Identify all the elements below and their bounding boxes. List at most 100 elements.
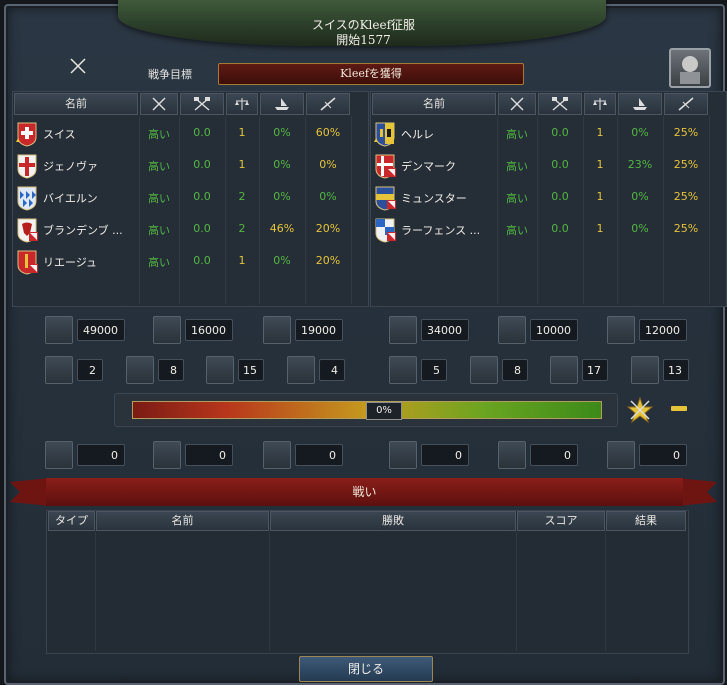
artillery-icon	[607, 316, 635, 344]
participant-row[interactable]: バイエルン 高い 0.0 2 0% 0%	[13, 182, 368, 214]
crossed-axes-icon	[552, 97, 568, 111]
war-goal[interactable]: Kleefを獲得	[218, 63, 524, 85]
participant-diplomacy: 2	[238, 190, 246, 203]
participant-share: 25%	[673, 222, 699, 235]
war-score-panel: 0%	[114, 393, 618, 427]
participant-row[interactable]: ジェノヴァ 高い 0.0 1 0% 0%	[13, 150, 368, 182]
ships-icon	[275, 98, 289, 110]
participant-diplomacy: 1	[596, 222, 604, 235]
col-header-ships[interactable]	[618, 93, 662, 115]
participant-share: 20%	[315, 254, 341, 267]
participant-row[interactable]: ラーフェンス ... 高い 0.0 1 0% 25%	[371, 214, 726, 246]
infantry-icon	[389, 316, 417, 344]
liege-flag-icon	[17, 250, 38, 275]
participant-casualties: 0.0	[193, 126, 211, 139]
close-button[interactable]: 閉じる	[299, 656, 433, 682]
participant-row[interactable]: ブランデンブ ... 高い 0.0 2 46% 20%	[13, 214, 368, 246]
col-header-casualties[interactable]	[538, 93, 582, 115]
battle-col-result[interactable]: 勝敗	[270, 511, 516, 531]
attacker-attrition-losses: 0	[185, 444, 233, 466]
attacker-galleys: 15	[238, 359, 264, 381]
attackers-panel: 名前 スイス 高い 0.0 1 0% 60% ジェノヴァ 高い 0.0 1 0%…	[12, 91, 369, 307]
defenders-panel: 名前 ヘルレ 高い 0.0 1 0% 25% デンマーク 高い 0.0 1 23…	[370, 91, 727, 307]
participant-share: 20%	[315, 222, 341, 235]
col-header-participation[interactable]	[664, 93, 708, 115]
defender-heavy-ships: 5	[421, 359, 447, 381]
participant-ships: 23%	[627, 158, 653, 171]
participant-casualties: 0.0	[551, 222, 569, 235]
participant-casualties: 0.0	[193, 158, 211, 171]
ruler-portrait-button[interactable]	[669, 48, 711, 88]
battle-col-name[interactable]: 名前	[96, 511, 269, 531]
participant-name: スイス	[43, 128, 76, 141]
participant-row[interactable]: スイス 高い 0.0 1 0% 60%	[13, 118, 368, 150]
participant-name: ヘルレ	[401, 128, 434, 141]
participant-ships: 46%	[269, 222, 295, 235]
col-header-battles[interactable]	[498, 93, 536, 115]
participant-row[interactable]: リエージュ 高い 0.0 1 0% 20%	[13, 246, 368, 278]
participant-row[interactable]: ヘルレ 高い 0.0 1 0% 25%	[371, 118, 726, 150]
attacker-cavalry: 16000	[185, 319, 233, 341]
col-header-battles[interactable]	[140, 93, 178, 115]
participant-battles: 高い	[148, 192, 170, 205]
attacker-heavy-ships: 2	[77, 359, 103, 381]
participant-share: 25%	[673, 190, 699, 203]
participant-ships: 0%	[631, 190, 649, 203]
transport-icon	[631, 356, 659, 384]
transport-icon	[287, 356, 315, 384]
col-header-participation[interactable]	[306, 93, 350, 115]
defender-galleys: 17	[582, 359, 608, 381]
participant-share: 0%	[319, 190, 337, 203]
col-header-diplomacy[interactable]	[226, 93, 258, 115]
participant-ships: 0%	[273, 158, 291, 171]
participant-battles: 高い	[506, 160, 528, 173]
artillery-icon	[263, 316, 291, 344]
crossed-swords-icon	[152, 97, 166, 111]
ruler-portrait-icon	[680, 56, 700, 84]
col-header-diplomacy[interactable]	[584, 93, 616, 115]
participant-name: ジェノヴァ	[43, 160, 98, 173]
scales-icon	[593, 98, 607, 110]
participant-share: 25%	[673, 126, 699, 139]
col-header-ships[interactable]	[260, 93, 304, 115]
peace-offer-icon[interactable]	[626, 396, 654, 424]
participant-share: 0%	[319, 158, 337, 171]
col-header-name[interactable]: 名前	[372, 93, 496, 115]
participant-row[interactable]: ミュンスター 高い 0.0 1 0% 25%	[371, 182, 726, 214]
defender-infantry: 34000	[421, 319, 469, 341]
participant-casualties: 0.0	[193, 254, 211, 267]
participant-casualties: 0.0	[551, 190, 569, 203]
light-ship-icon	[470, 356, 498, 384]
participant-diplomacy: 1	[596, 158, 604, 171]
land-losses-icon	[389, 441, 417, 469]
participant-row[interactable]: デンマーク 高い 0.0 1 23% 25%	[371, 150, 726, 182]
ravensberg-flag-icon	[375, 218, 396, 243]
participant-diplomacy: 2	[238, 222, 246, 235]
column-divider	[269, 531, 270, 651]
participant-name: デンマーク	[401, 160, 456, 173]
battle-col-type[interactable]: タイプ	[48, 511, 95, 531]
participant-share: 60%	[315, 126, 341, 139]
participant-name: ブランデンブ ...	[43, 224, 123, 237]
participant-diplomacy: 1	[238, 254, 246, 267]
defender-transports: 13	[663, 359, 689, 381]
war-start-date: 開始1577	[336, 33, 391, 47]
defender-land-losses: 0	[421, 444, 469, 466]
participant-battles: 高い	[506, 224, 528, 237]
defender-attrition-losses: 0	[530, 444, 578, 466]
attacker-light-ships: 8	[158, 359, 184, 381]
battles-table: タイプ 名前 勝敗 スコア 結果	[46, 510, 689, 654]
column-divider	[95, 531, 96, 651]
battle-col-score[interactable]: スコア	[517, 511, 605, 531]
column-divider	[605, 531, 606, 651]
col-header-name[interactable]: 名前	[14, 93, 138, 115]
col-header-casualties[interactable]	[180, 93, 224, 115]
participant-battles: 高い	[506, 192, 528, 205]
scales-icon	[235, 98, 249, 110]
battle-col-outcome[interactable]: 結果	[606, 511, 686, 531]
participant-casualties: 0.0	[551, 158, 569, 171]
participant-ships: 0%	[273, 254, 291, 267]
cavalry-icon	[153, 316, 181, 344]
participant-battles: 高い	[506, 128, 528, 141]
participant-share: 25%	[673, 158, 699, 171]
